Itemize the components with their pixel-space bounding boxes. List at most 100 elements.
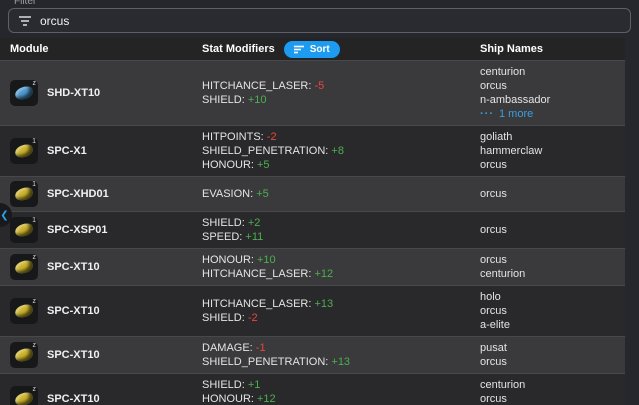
stat-list: HITCHANCE_LASER: +13SHIELD: -2 <box>202 290 480 332</box>
stat-value: +10 <box>248 94 267 106</box>
sort-button[interactable]: Sort <box>284 41 340 58</box>
stat-list: HITCHANCE_LASER: -5SHIELD: +10 <box>202 65 480 121</box>
stat-value: +1 <box>248 379 261 391</box>
show-more-label: 1 more <box>499 107 533 121</box>
show-more-link[interactable]: ··· 1 more <box>480 107 625 121</box>
stat-name: SPEED: <box>202 231 245 243</box>
stat-line: SHIELD: +10 <box>202 93 480 107</box>
table-row: 1 SPC-X1 HITPOINTS: -2SHIELD_PENETRATION… <box>0 125 625 176</box>
stat-name: HITPOINTS: <box>202 131 267 143</box>
stat-list: DAMAGE: -1SHIELD_PENETRATION: +13 <box>202 341 480 369</box>
stat-name: HONOUR: <box>202 254 257 266</box>
table-header: Module Stat Modifiers Sort Ship Names <box>0 38 625 60</box>
ship-list: holoorcusa-elite <box>480 290 625 332</box>
module-icon-badge: z <box>33 80 37 88</box>
column-header-ships: Ship Names <box>480 43 625 55</box>
module-cell: z SPC-XT10 <box>0 253 202 281</box>
filter-value: orcus <box>40 14 69 28</box>
ship-name: orcus <box>480 79 625 93</box>
module-icon: z <box>10 298 38 324</box>
stat-value: -1 <box>256 342 266 354</box>
stat-name: SHIELD: <box>202 94 248 106</box>
stat-name: HONOUR: <box>202 393 257 405</box>
stat-name: SHIELD: <box>202 379 248 391</box>
stat-value: +13 <box>314 298 333 310</box>
stat-line: HONOUR: +12 <box>202 392 480 405</box>
stat-value: +10 <box>257 254 276 266</box>
module-icon-badge: 1 <box>32 217 36 225</box>
filter-input[interactable]: orcus <box>8 8 631 33</box>
table-row: 1 SPC-XSP01 SHIELD: +2SPEED: +11 orcus <box>0 211 625 248</box>
stat-name: HITCHANCE_LASER: <box>202 298 314 310</box>
stat-line: SHIELD: +1 <box>202 378 480 392</box>
module-icon: z <box>10 254 38 280</box>
module-cell: 1 SPC-XSP01 <box>0 216 202 244</box>
module-icon-badge: z <box>33 386 37 394</box>
table-row: z SPC-XT10 SHIELD: +1HONOUR: +12HITCHANC… <box>0 373 625 405</box>
module-cell: z SPC-XT10 <box>0 290 202 332</box>
module-name: SPC-XT10 <box>47 349 100 361</box>
stat-line: DAMAGE: -1 <box>202 341 480 355</box>
module-icon-glyph <box>14 303 34 319</box>
stat-list: HITPOINTS: -2SHIELD_PENETRATION: +8HONOU… <box>202 130 480 172</box>
stat-value: +12 <box>257 393 276 405</box>
ellipsis-icon: ··· <box>480 107 494 121</box>
ship-list: pusatorcus <box>480 341 625 369</box>
column-header-stats: Stat Modifiers Sort <box>202 41 480 58</box>
filter-label-text: Filter <box>14 0 36 7</box>
stat-name: SHIELD_PENETRATION: <box>202 356 331 368</box>
stat-name: HONOUR: <box>202 159 257 171</box>
module-icon: z <box>10 80 38 106</box>
module-icon-badge: z <box>33 298 37 306</box>
table-body: z SHD-XT10 HITCHANCE_LASER: -5SHIELD: +1… <box>0 60 625 405</box>
module-icon: 1 <box>10 217 38 243</box>
ship-name: centurion <box>480 267 625 281</box>
ship-name: orcus <box>480 253 625 267</box>
ship-name: orcus <box>480 355 625 369</box>
stat-value: +2 <box>248 217 261 229</box>
module-cell: 1 SPC-X1 <box>0 130 202 172</box>
module-icon: z <box>10 386 38 405</box>
stat-value: +8 <box>331 145 344 157</box>
stat-name: HITCHANCE_LASER: <box>202 80 314 92</box>
module-name: SPC-XSP01 <box>47 224 108 236</box>
stat-line: SHIELD: +2 <box>202 216 480 230</box>
ship-name: a-elite <box>480 318 625 332</box>
module-icon-glyph <box>14 259 34 275</box>
ship-list: centurionorcusn-ambassador···1 more <box>480 65 625 121</box>
module-icon-badge: z <box>33 254 37 262</box>
stat-line: SPEED: +11 <box>202 230 480 244</box>
module-cell: z SHD-XT10 <box>0 65 202 121</box>
table-row: z SPC-XT10 HITCHANCE_LASER: +13SHIELD: -… <box>0 285 625 336</box>
stat-value: -2 <box>267 131 277 143</box>
ship-name: orcus <box>480 392 625 405</box>
module-icon: 1 <box>10 138 38 164</box>
app-root: Filter orcus Module Stat Modifiers <box>0 0 639 405</box>
stat-value: +11 <box>245 231 263 243</box>
stat-line: HITCHANCE_LASER: -5 <box>202 79 480 93</box>
module-name: SPC-XT10 <box>47 261 100 273</box>
stat-name: SHIELD: <box>202 312 248 324</box>
filter-icon <box>18 15 32 27</box>
stat-value: +13 <box>331 356 350 368</box>
ship-name: orcus <box>480 187 625 201</box>
stat-line: SHIELD: -2 <box>202 311 480 325</box>
modules-table: Module Stat Modifiers Sort Ship Names z <box>0 38 625 405</box>
sort-button-label: Sort <box>310 44 330 55</box>
module-icon-glyph <box>14 391 34 405</box>
module-icon-badge: z <box>33 342 37 350</box>
ship-name: centurion <box>480 378 625 392</box>
stat-name: SHIELD: <box>202 217 248 229</box>
column-header-module: Module <box>0 43 202 55</box>
stat-list: SHIELD: +2SPEED: +11 <box>202 216 480 244</box>
stat-value: -2 <box>248 312 258 324</box>
ship-name: hammerclaw <box>480 144 625 158</box>
table-row: 1 SPC-XHD01 EVASION: +5 orcus <box>0 176 625 211</box>
stat-name: DAMAGE: <box>202 342 256 354</box>
stat-line: HITPOINTS: -2 <box>202 130 480 144</box>
ship-name: orcus <box>480 304 625 318</box>
module-icon: z <box>10 342 38 368</box>
module-icon-glyph <box>14 85 34 101</box>
ship-list: orcuscenturion <box>480 253 625 281</box>
module-cell: 1 SPC-XHD01 <box>0 181 202 207</box>
